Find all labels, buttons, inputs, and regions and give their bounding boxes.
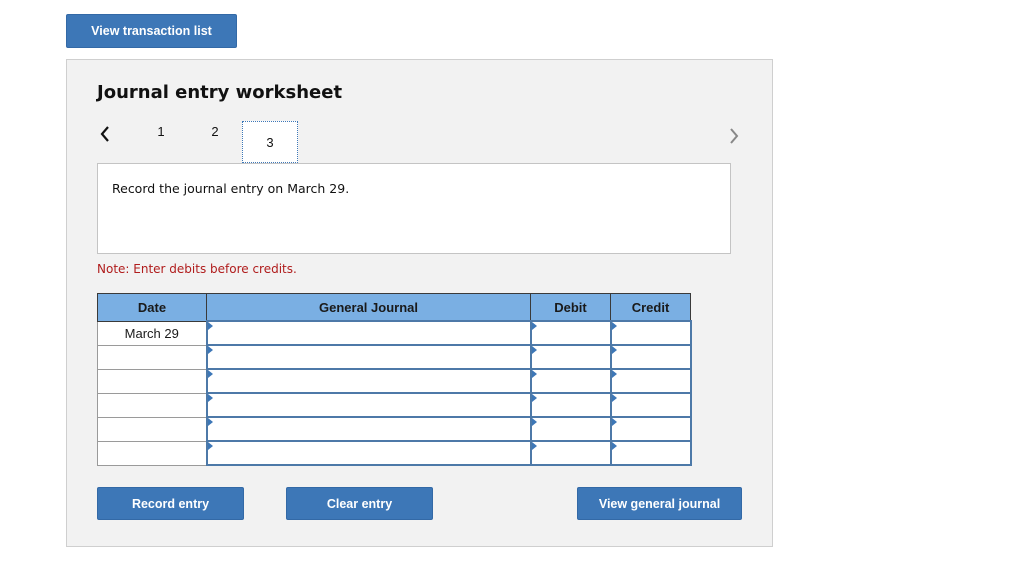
table-row	[97, 416, 692, 442]
chevron-left-icon[interactable]	[99, 124, 111, 144]
debit-input[interactable]	[529, 320, 612, 346]
credit-input[interactable]	[609, 320, 692, 346]
view-transaction-list-button[interactable]: View transaction list	[66, 14, 237, 48]
credit-input[interactable]	[609, 344, 692, 370]
chevron-right-icon[interactable]	[728, 126, 740, 146]
header-date: Date	[97, 293, 207, 322]
credit-input[interactable]	[609, 440, 692, 466]
journal-worksheet-panel: Journal entry worksheet 1 2 3 Record the…	[66, 59, 773, 547]
dropdown-indicator-icon	[207, 442, 213, 450]
dropdown-indicator-icon	[531, 418, 537, 426]
table-row	[97, 440, 692, 466]
dropdown-indicator-icon	[531, 322, 537, 330]
debit-input[interactable]	[529, 416, 612, 442]
header-debit: Debit	[530, 293, 611, 322]
dropdown-indicator-icon	[531, 394, 537, 402]
date-cell	[97, 344, 207, 370]
dropdown-indicator-icon	[611, 322, 617, 330]
note-text: Note: Enter debits before credits.	[97, 262, 297, 276]
credit-input[interactable]	[609, 392, 692, 418]
dropdown-indicator-icon	[611, 418, 617, 426]
dropdown-indicator-icon	[531, 370, 537, 378]
date-cell	[97, 392, 207, 418]
dropdown-indicator-icon	[207, 370, 213, 378]
tab-2[interactable]: 2	[205, 124, 225, 139]
date-cell: March 29	[97, 320, 207, 346]
dropdown-indicator-icon	[611, 370, 617, 378]
table-row	[97, 368, 692, 394]
table-header-row: Date General Journal Debit Credit	[97, 293, 691, 322]
debit-input[interactable]	[529, 440, 612, 466]
dropdown-indicator-icon	[611, 346, 617, 354]
debit-input[interactable]	[529, 392, 612, 418]
clear-entry-button[interactable]: Clear entry	[286, 487, 433, 520]
table-row	[97, 344, 692, 370]
question-box: Record the journal entry on March 29.	[97, 163, 731, 254]
dropdown-indicator-icon	[207, 322, 213, 330]
account-input[interactable]	[205, 320, 532, 346]
account-input[interactable]	[205, 368, 532, 394]
credit-input[interactable]	[609, 416, 692, 442]
tab-1[interactable]: 1	[151, 124, 171, 139]
journal-table: Date General Journal Debit Credit March …	[97, 293, 692, 466]
date-cell	[97, 440, 207, 466]
account-input[interactable]	[205, 440, 532, 466]
record-entry-button[interactable]: Record entry	[97, 487, 244, 520]
dropdown-indicator-icon	[611, 394, 617, 402]
dropdown-indicator-icon	[207, 346, 213, 354]
table-row	[97, 392, 692, 418]
credit-input[interactable]	[609, 368, 692, 394]
account-input[interactable]	[205, 416, 532, 442]
debit-input[interactable]	[529, 344, 612, 370]
header-credit: Credit	[610, 293, 691, 322]
table-row: March 29	[97, 320, 692, 346]
worksheet-title: Journal entry worksheet	[97, 82, 343, 103]
date-cell	[97, 416, 207, 442]
question-text: Record the journal entry on March 29.	[112, 181, 350, 196]
dropdown-indicator-icon	[207, 394, 213, 402]
view-general-journal-button[interactable]: View general journal	[577, 487, 742, 520]
dropdown-indicator-icon	[207, 418, 213, 426]
account-input[interactable]	[205, 344, 532, 370]
dropdown-indicator-icon	[611, 442, 617, 450]
date-cell	[97, 368, 207, 394]
dropdown-indicator-icon	[531, 346, 537, 354]
account-input[interactable]	[205, 392, 532, 418]
debit-input[interactable]	[529, 368, 612, 394]
tab-3[interactable]: 3	[242, 121, 298, 163]
tab-3-label: 3	[266, 134, 274, 150]
header-general-journal: General Journal	[206, 293, 531, 322]
dropdown-indicator-icon	[531, 442, 537, 450]
